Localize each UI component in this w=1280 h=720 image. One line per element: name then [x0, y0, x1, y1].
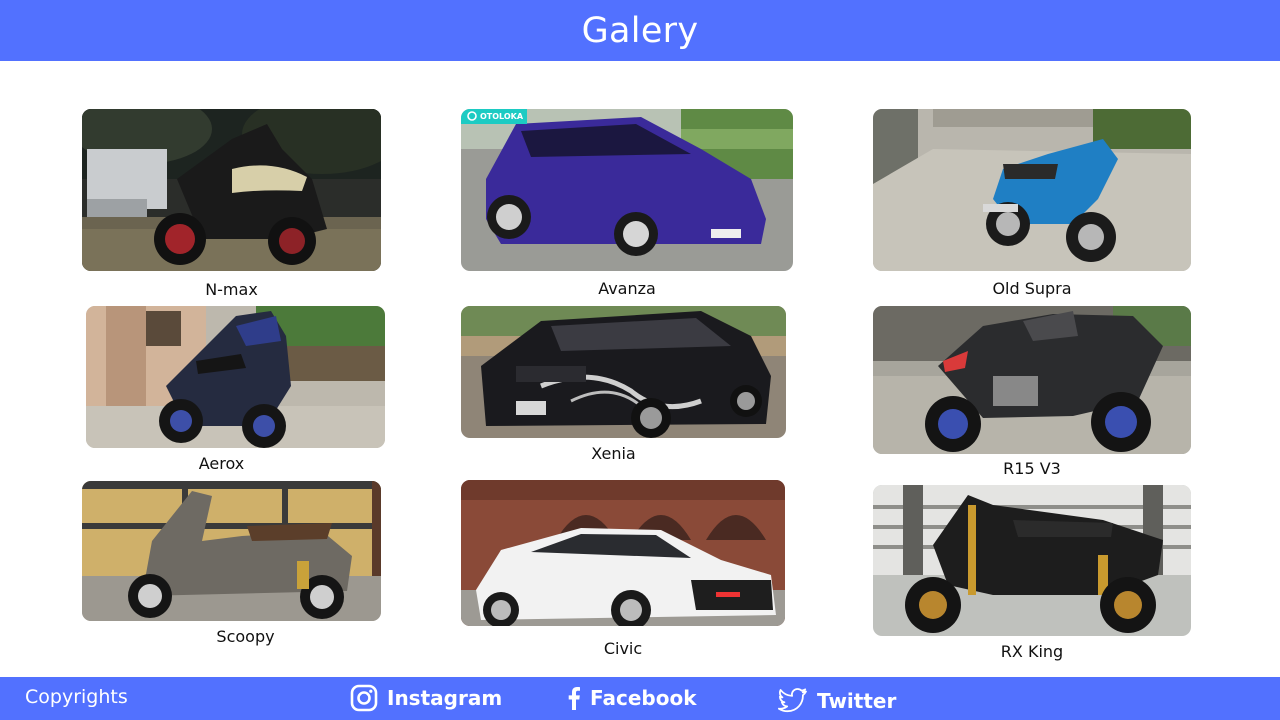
- civic-photo[interactable]: [461, 480, 785, 626]
- gallery-item-xenia[interactable]: Xenia: [461, 306, 786, 466]
- otoloka-watermark: OTOLOKA: [480, 112, 524, 121]
- civic-caption: Civic: [603, 639, 643, 658]
- instagram-icon: [350, 684, 378, 712]
- r15-v3-caption: R15 V3: [1003, 459, 1061, 478]
- page-title: Galery: [581, 10, 699, 51]
- scoopy-photo[interactable]: [82, 481, 381, 621]
- gallery-item-nmax[interactable]: N-max: [82, 109, 381, 301]
- old-supra-photo[interactable]: [873, 109, 1191, 271]
- r15-v3-photo[interactable]: [873, 306, 1191, 454]
- instagram-link[interactable]: Instagram: [350, 684, 502, 712]
- page-footer: Copyrights Instagram Facebook Twitter: [0, 677, 1280, 720]
- nmax-caption: N-max: [205, 280, 258, 299]
- gallery-item-r15-v3[interactable]: R15 V3: [873, 306, 1191, 482]
- xenia-photo[interactable]: [461, 306, 786, 438]
- twitter-icon: [778, 688, 807, 713]
- gallery-item-old-supra[interactable]: Old Supra: [873, 109, 1191, 301]
- xenia-caption: Xenia: [591, 444, 636, 463]
- scoopy-caption: Scoopy: [216, 627, 275, 646]
- instagram-label: Instagram: [387, 686, 503, 710]
- rx-king-photo[interactable]: [873, 485, 1191, 636]
- gallery-item-rx-king[interactable]: RX King: [873, 485, 1191, 663]
- facebook-icon: [568, 687, 580, 710]
- gallery-item-scoopy[interactable]: Scoopy: [82, 481, 381, 646]
- facebook-link[interactable]: Facebook: [566, 686, 697, 710]
- copyright-text: Copyrights: [25, 686, 128, 708]
- old-supra-caption: Old Supra: [992, 279, 1072, 298]
- aerox-photo[interactable]: [86, 306, 385, 448]
- facebook-label: Facebook: [590, 686, 697, 710]
- twitter-label: Twitter: [817, 688, 897, 713]
- page-header: Galery: [0, 0, 1280, 61]
- gallery-item-avanza[interactable]: OTOLOKA Avanza: [461, 109, 793, 301]
- twitter-link[interactable]: Twitter: [778, 688, 896, 713]
- aerox-caption: Aerox: [198, 454, 245, 473]
- gallery-item-civic[interactable]: Civic: [461, 480, 785, 660]
- gallery-item-aerox[interactable]: Aerox: [86, 306, 385, 476]
- avanza-photo[interactable]: OTOLOKA: [461, 109, 793, 271]
- avanza-caption: Avanza: [598, 279, 656, 298]
- nmax-photo[interactable]: [82, 109, 381, 271]
- rx-king-caption: RX King: [1000, 642, 1064, 661]
